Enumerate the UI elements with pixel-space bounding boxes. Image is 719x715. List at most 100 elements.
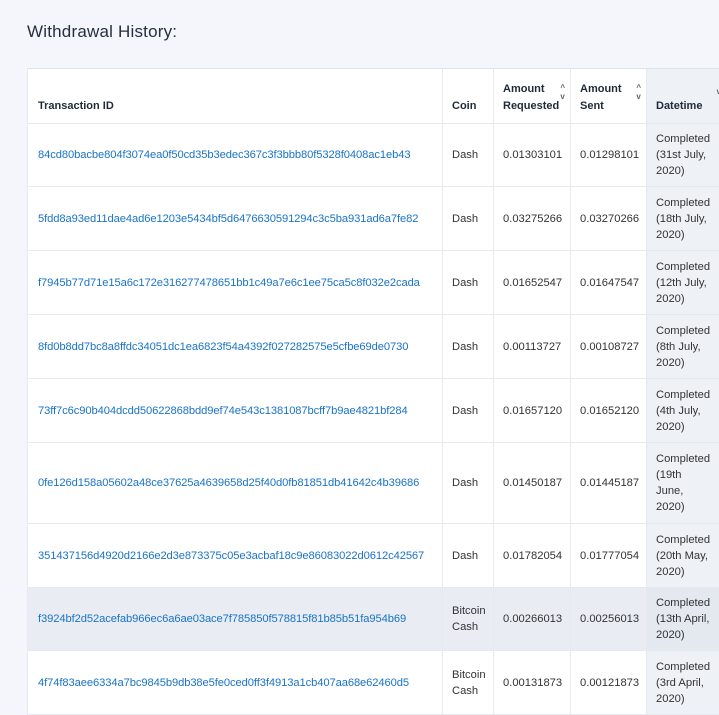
cell-coin: Dash xyxy=(443,187,494,251)
status-line: Completed xyxy=(656,660,711,673)
page-title: Withdrawal History: xyxy=(27,22,178,41)
sort-toggle-icon[interactable]: ^ v xyxy=(636,83,641,101)
cell-amount-sent: 0.01652120 xyxy=(571,379,647,443)
cell-amount-sent: 0.03270266 xyxy=(571,187,647,251)
cell-coin: Dash xyxy=(443,379,494,443)
table-row[interactable]: f7945b77d71e15a6c172e316277478651bb1c49a… xyxy=(27,251,719,315)
status-line: (20th May, xyxy=(656,549,709,562)
cell-datetime: Completed (18th July, 2020) xyxy=(647,187,719,251)
status-line: (18th July, xyxy=(656,212,707,225)
transaction-id-link[interactable]: 5fdd8a93ed11dae4ad6e1203e5434bf5d6476630… xyxy=(38,213,418,225)
cell-amount-requested: 0.01657120 xyxy=(494,379,571,443)
status-line: 2020) xyxy=(656,356,685,369)
transaction-id-link[interactable]: 73ff7c6c90b404dcdd50622868bdd9ef74e543c1… xyxy=(38,405,408,417)
cell-datetime: Completed (20th May, 2020) xyxy=(647,524,719,588)
cell-transaction-id: f3924bf2d52acefab966ec6a6ae03ace7f785850… xyxy=(27,588,443,651)
status-line: (3rd April, xyxy=(656,676,704,689)
transaction-id-link[interactable]: 4f74f83aee6334a7bc9845b9db38e5fe0ced0ff3… xyxy=(38,677,409,689)
status-line: Completed xyxy=(656,597,711,609)
coin-name-line: Dash xyxy=(452,276,479,289)
cell-coin: Dash xyxy=(443,315,494,379)
transaction-id-link[interactable]: 0fe126d158a05602a48ce37625a4639658d25f40… xyxy=(38,477,419,489)
coin-name-line: Dash xyxy=(452,149,479,161)
table-row[interactable]: 73ff7c6c90b404dcdd50622868bdd9ef74e543c1… xyxy=(27,379,719,443)
cell-datetime: Completed (8th July, 2020) xyxy=(647,315,719,379)
cell-transaction-id: 5fdd8a93ed11dae4ad6e1203e5434bf5d6476630… xyxy=(27,187,443,251)
status-line: (8th July, xyxy=(656,340,701,353)
cell-amount-sent: 0.00108727 xyxy=(571,315,647,379)
transaction-id-link[interactable]: f7945b77d71e15a6c172e316277478651bb1c49a… xyxy=(38,277,420,289)
cell-transaction-id: 0fe126d158a05602a48ce37625a4639658d25f40… xyxy=(27,443,443,524)
cell-amount-sent: 0.01647547 xyxy=(571,251,647,315)
coin-name-line: Dash xyxy=(452,212,479,225)
cell-amount-sent: 0.00256013 xyxy=(571,588,647,651)
status-line: Completed xyxy=(656,133,711,145)
withdrawal-history-table: Transaction ID Coin Amount Requested ^ v… xyxy=(27,69,719,715)
cell-amount-requested: 0.01450187 xyxy=(494,443,571,524)
cell-amount-requested: 0.00113727 xyxy=(494,315,571,379)
table-row[interactable]: 8fd0b8dd7bc8a8ffdc34051dc1ea6823f54a4392… xyxy=(27,315,719,379)
coin-name-line: Bitcoin xyxy=(452,605,486,617)
column-header-coin[interactable]: Coin xyxy=(443,69,494,124)
status-line: 2020) xyxy=(656,292,685,305)
sort-ascending-icon: ^ xyxy=(560,83,565,92)
cell-amount-requested: 0.00131873 xyxy=(494,651,571,715)
transaction-id-link[interactable]: f3924bf2d52acefab966ec6a6ae03ace7f785850… xyxy=(38,613,406,625)
table-row[interactable]: 351437156d4920d2166e2d3e873375c05e3acbaf… xyxy=(27,524,719,588)
column-header-amount-sent[interactable]: Amount Sent ^ v xyxy=(571,69,647,124)
coin-name-line: Dash xyxy=(452,549,479,562)
cell-datetime: Completed (3rd April, 2020) xyxy=(647,651,719,715)
cell-amount-sent: 0.01777054 xyxy=(571,524,647,588)
cell-transaction-id: 8fd0b8dd7bc8a8ffdc34051dc1ea6823f54a4392… xyxy=(27,315,443,379)
column-header-datetime[interactable]: Datetime v xyxy=(647,69,719,124)
transaction-id-link[interactable]: 84cd80bacbe804f3074ea0f50cd35b3edec367c3… xyxy=(38,149,411,161)
status-line: (4th July, xyxy=(656,404,701,417)
column-header-amount-requested[interactable]: Amount Requested ^ v xyxy=(494,69,571,124)
status-line: 2020) xyxy=(656,565,685,578)
transaction-id-link[interactable]: 351437156d4920d2166e2d3e873375c05e3acbaf… xyxy=(38,550,424,562)
cell-amount-sent: 0.00121873 xyxy=(571,651,647,715)
table-row[interactable]: 0fe126d158a05602a48ce37625a4639658d25f40… xyxy=(27,443,719,524)
cell-amount-sent: 0.01298101 xyxy=(571,124,647,187)
cell-datetime: Completed (31st July, 2020) xyxy=(647,124,719,187)
table-row[interactable]: f3924bf2d52acefab966ec6a6ae03ace7f785850… xyxy=(27,588,719,651)
table-body: 84cd80bacbe804f3074ea0f50cd35b3edec367c3… xyxy=(27,124,719,715)
cell-transaction-id: 4f74f83aee6334a7bc9845b9db38e5fe0ced0ff3… xyxy=(27,651,443,715)
status-line: 2020) xyxy=(656,420,685,433)
status-line: Completed xyxy=(656,388,711,401)
status-line: Completed xyxy=(656,260,711,273)
cell-amount-requested: 0.01303101 xyxy=(494,124,571,187)
table-header-row: Transaction ID Coin Amount Requested ^ v… xyxy=(27,69,719,124)
status-line: Completed xyxy=(656,533,711,546)
coin-name-line: Dash xyxy=(452,404,479,417)
status-line: Completed xyxy=(656,453,711,465)
cell-coin: Dash xyxy=(443,251,494,315)
coin-name-line: Dash xyxy=(452,477,479,489)
coin-name-line: Cash xyxy=(452,621,479,633)
withdrawal-table-container: Transaction ID Coin Amount Requested ^ v… xyxy=(27,68,719,715)
status-line: (13th April, xyxy=(656,613,710,625)
table-row[interactable]: 5fdd8a93ed11dae4ad6e1203e5434bf5d6476630… xyxy=(27,187,719,251)
cell-amount-requested: 0.00266013 xyxy=(494,588,571,651)
status-line: 2020) xyxy=(656,165,685,177)
coin-name-line: Dash xyxy=(452,340,479,353)
cell-amount-requested: 0.01782054 xyxy=(494,524,571,588)
table-row[interactable]: 4f74f83aee6334a7bc9845b9db38e5fe0ced0ff3… xyxy=(27,651,719,715)
sort-ascending-icon: ^ xyxy=(636,83,641,92)
sort-toggle-icon[interactable]: ^ v xyxy=(560,83,565,101)
status-line: 2020) xyxy=(656,692,685,705)
cell-transaction-id: f7945b77d71e15a6c172e316277478651bb1c49a… xyxy=(27,251,443,315)
status-line: Completed xyxy=(656,324,711,337)
column-header-transaction-id[interactable]: Transaction ID xyxy=(27,69,443,124)
cell-datetime: Completed (12th July, 2020) xyxy=(647,251,719,315)
cell-coin: Dash xyxy=(443,443,494,524)
cell-amount-requested: 0.01652547 xyxy=(494,251,571,315)
cell-coin: Dash xyxy=(443,124,494,187)
table-row[interactable]: 84cd80bacbe804f3074ea0f50cd35b3edec367c3… xyxy=(27,124,719,187)
cell-transaction-id: 73ff7c6c90b404dcdd50622868bdd9ef74e543c1… xyxy=(27,379,443,443)
cell-coin: Dash xyxy=(443,524,494,588)
status-line: Completed xyxy=(656,196,711,209)
status-line: 2020) xyxy=(656,629,685,641)
cell-amount-requested: 0.03275266 xyxy=(494,187,571,251)
transaction-id-link[interactable]: 8fd0b8dd7bc8a8ffdc34051dc1ea6823f54a4392… xyxy=(38,341,409,353)
